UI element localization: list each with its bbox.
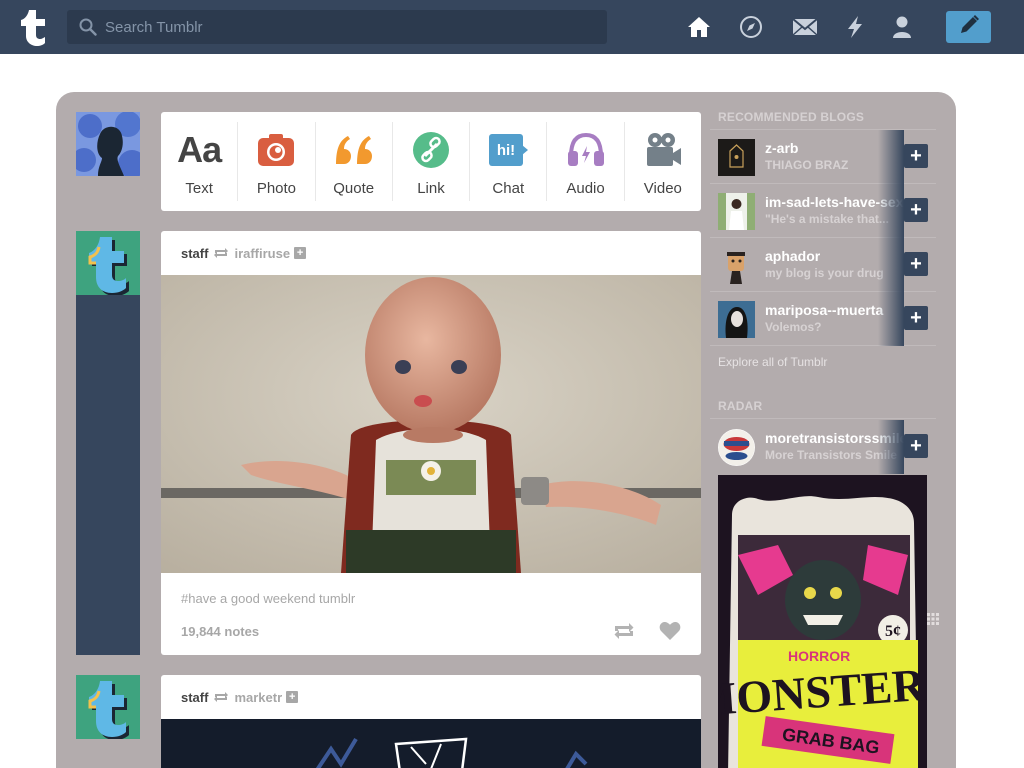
follow-button[interactable]: + (904, 434, 928, 458)
svg-text:HORROR: HORROR (788, 648, 850, 664)
post-quote-button[interactable]: Quote (316, 122, 393, 201)
follow-button[interactable]: + (904, 306, 928, 330)
post-type-label: Chat (492, 180, 525, 197)
post-type-label: Quote (333, 180, 375, 197)
camera-icon (257, 130, 295, 170)
headphones-icon (566, 130, 606, 170)
post-header: staff marketr + (161, 675, 701, 719)
grid-view-icon[interactable] (927, 612, 939, 625)
post-author-link[interactable]: staff (181, 246, 208, 261)
quote-icon (334, 130, 374, 170)
video-icon (644, 130, 682, 170)
blog-avatar[interactable] (718, 301, 755, 338)
post-card: staff iraffiruse + #have a good weekend … (161, 231, 701, 655)
staff-avatar[interactable] (76, 675, 140, 739)
svg-text:5¢: 5¢ (885, 623, 901, 640)
home-icon[interactable] (686, 14, 712, 40)
explore-all-link[interactable]: Explore all of Tumblr (718, 355, 827, 369)
radar-title: RADAR (718, 399, 763, 413)
blog-avatar[interactable] (718, 139, 755, 176)
post-type-label: Audio (566, 180, 605, 197)
search-input[interactable] (105, 10, 595, 44)
pencil-icon (958, 14, 980, 41)
follow-plus-icon[interactable]: + (286, 691, 299, 703)
like-heart-icon[interactable] (659, 621, 681, 641)
post-card: staff marketr + (161, 675, 701, 768)
reblog-source-link[interactable]: marketr (234, 690, 282, 705)
account-icon[interactable] (889, 14, 915, 40)
activity-icon[interactable] (842, 14, 868, 40)
radar-post-image[interactable]: 5¢ HORROR MONSTERS GRAB BAG (718, 475, 927, 768)
search-box[interactable] (67, 10, 607, 44)
blog-avatar[interactable] (718, 193, 755, 230)
recommended-blog-item[interactable]: mariposa--muerta Volemos? + (710, 292, 936, 346)
top-navigation-bar (0, 0, 1024, 54)
reblog-small-icon (213, 247, 229, 259)
post-type-label: Text (185, 180, 213, 197)
fade-overlay (878, 292, 904, 346)
follow-button[interactable]: + (904, 198, 928, 222)
staff-avatar[interactable] (76, 231, 140, 295)
fade-overlay (878, 238, 904, 292)
radar-blog-item[interactable]: moretransistorssmile More Transistors Sm… (710, 420, 936, 474)
chat-icon: hi! (488, 130, 529, 170)
blog-avatar[interactable] (718, 429, 755, 466)
divider (710, 418, 936, 419)
fade-overlay (878, 184, 904, 238)
post-type-menu: Aa Text Photo Quote Link hi! Chat Audio (161, 112, 701, 211)
follow-button[interactable]: + (904, 252, 928, 276)
fade-overlay (878, 420, 904, 474)
post-type-label: Video (643, 180, 682, 197)
user-avatar[interactable] (76, 112, 140, 176)
recommended-blog-item[interactable]: im-sad-lets-have-sex "He's a mistake tha… (710, 184, 936, 238)
search-icon (79, 18, 97, 41)
explore-icon[interactable] (738, 14, 764, 40)
post-image[interactable] (161, 719, 701, 768)
notes-count[interactable]: 19,844 notes (181, 624, 613, 639)
fade-overlay (878, 130, 904, 184)
post-text-button[interactable]: Aa Text (161, 122, 239, 201)
compose-button[interactable] (946, 11, 991, 43)
text-icon: Aa (177, 129, 222, 170)
reblog-small-icon (213, 691, 229, 703)
post-chat-button[interactable]: hi! Chat (470, 122, 548, 201)
recommended-blog-item[interactable]: z-arb THIAGO BRAZ + (710, 130, 936, 184)
inbox-icon[interactable] (792, 14, 818, 40)
recommended-blog-item[interactable]: aphador my blog is your drug + (710, 238, 936, 292)
blog-avatar[interactable] (718, 247, 755, 284)
post-tags[interactable]: #have a good weekend tumblr (161, 573, 701, 606)
post-type-label: Link (417, 180, 445, 197)
follow-plus-icon[interactable]: + (294, 247, 307, 259)
follow-button[interactable]: + (904, 144, 928, 168)
post-header: staff iraffiruse + (161, 231, 701, 275)
post-photo-button[interactable]: Photo (238, 122, 316, 201)
svg-text:hi!: hi! (497, 142, 515, 159)
post-link-button[interactable]: Link (393, 122, 471, 201)
post-photo[interactable] (161, 275, 701, 573)
post-type-label: Photo (256, 180, 297, 197)
post-video-button[interactable]: Video (625, 122, 701, 201)
post-footer: 19,844 notes (181, 621, 681, 641)
recommended-blogs-title: RECOMMENDED BLOGS (718, 110, 865, 124)
tumblr-logo-icon[interactable] (18, 8, 48, 46)
link-icon (412, 130, 450, 170)
reblog-source-link[interactable]: iraffiruse (234, 246, 290, 261)
post-author-link[interactable]: staff (181, 690, 208, 705)
post-audio-button[interactable]: Audio (547, 122, 625, 201)
reblog-icon[interactable] (613, 622, 635, 640)
post-avatar-column (76, 295, 140, 655)
